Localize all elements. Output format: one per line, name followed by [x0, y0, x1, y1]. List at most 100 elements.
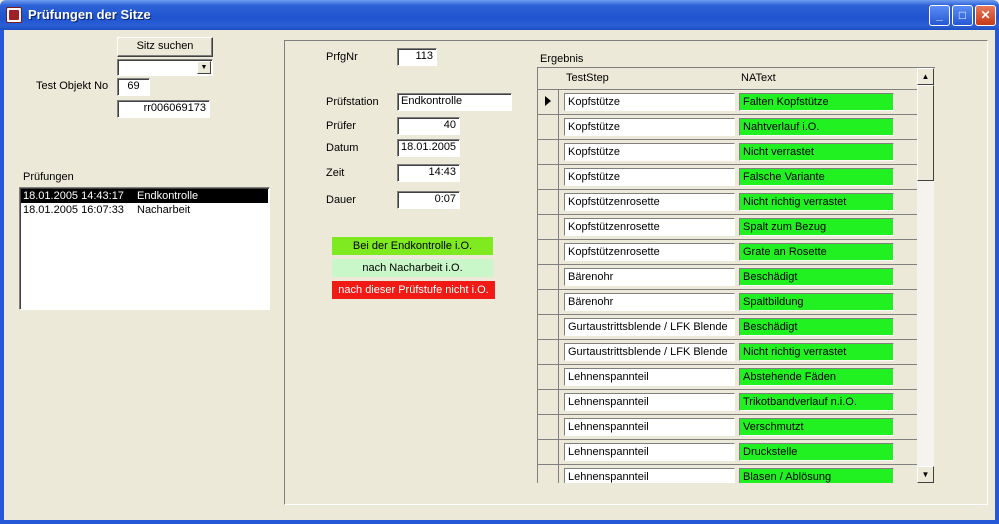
minimize-button[interactable]: _: [929, 5, 950, 26]
row-selector[interactable]: [538, 290, 559, 314]
teststep-cell[interactable]: Kopfstütze: [564, 118, 735, 136]
pruefungen-list[interactable]: 18.01.2005 14:43:17 Endkontrolle 18.01.2…: [19, 187, 270, 310]
title-bar[interactable]: Prüfungen der Sitze _ □ ✕: [0, 0, 999, 30]
natext-cell[interactable]: Falsche Variante: [739, 168, 894, 186]
table-row[interactable]: Lehnenspannteil Blasen / Ablösung: [538, 464, 918, 483]
natext-cell[interactable]: Nicht richtig verrastet: [739, 193, 894, 211]
row-selector[interactable]: [538, 240, 559, 264]
teststep-cell[interactable]: Lehnenspannteil: [564, 443, 735, 461]
row-selector[interactable]: [538, 90, 559, 114]
pruefungen-label: Prüfungen: [23, 171, 74, 183]
table-row[interactable]: Lehnenspannteil Trikotbandverlauf n.i.O.: [538, 389, 918, 414]
natext-cell[interactable]: Spalt zum Bezug: [739, 218, 894, 236]
datum-label: Datum: [326, 142, 359, 154]
teststep-cell[interactable]: Kopfstützenrosette: [564, 193, 735, 211]
window-frame-left: [0, 30, 4, 524]
chevron-down-icon[interactable]: ▼: [197, 61, 211, 74]
table-row[interactable]: Kopfstütze Falsche Variante: [538, 164, 918, 189]
teststep-cell[interactable]: Kopfstützenrosette: [564, 243, 735, 261]
zeit-label: Zeit: [326, 167, 345, 179]
table-row[interactable]: Lehnenspannteil Druckstelle: [538, 439, 918, 464]
pruefung-datetime: 18.01.2005 16:07:33: [23, 204, 124, 216]
prfgnr-label: PrfgNr: [326, 51, 358, 63]
app-icon: [6, 7, 22, 23]
table-row[interactable]: Lehnenspannteil Abstehende Fäden: [538, 364, 918, 389]
natext-cell[interactable]: Nicht richtig verrastet: [739, 343, 894, 361]
dauer-label: Dauer: [326, 194, 356, 206]
natext-cell[interactable]: Falten Kopfstütze: [739, 93, 894, 111]
dauer-field[interactable]: 0:07: [397, 191, 460, 209]
row-selector[interactable]: [538, 215, 559, 239]
table-row[interactable]: Kopfstütze Nahtverlauf i.O.: [538, 114, 918, 139]
maximize-button[interactable]: □: [952, 5, 973, 26]
pruefer-field[interactable]: 40: [397, 117, 460, 135]
natext-cell[interactable]: Beschädigt: [739, 318, 894, 336]
teststep-cell[interactable]: Lehnenspannteil: [564, 468, 735, 483]
object-id-field[interactable]: rr006069173: [117, 100, 210, 118]
legend-nicht-ok: nach dieser Prüfstufe nicht i.O.: [332, 281, 495, 299]
natext-cell[interactable]: Spaltbildung: [739, 293, 894, 311]
sitz-suchen-button[interactable]: Sitz suchen: [117, 37, 213, 57]
row-selector[interactable]: [538, 390, 559, 414]
table-row[interactable]: Kopfstützenrosette Spalt zum Bezug: [538, 214, 918, 239]
natext-cell[interactable]: Abstehende Fäden: [739, 368, 894, 386]
natext-cell[interactable]: Trikotbandverlauf n.i.O.: [739, 393, 894, 411]
row-selector[interactable]: [538, 315, 559, 339]
window-frame-bottom: [0, 520, 999, 524]
list-item[interactable]: 18.01.2005 14:43:17 Endkontrolle: [21, 189, 268, 203]
teststep-cell[interactable]: Bärenohr: [564, 268, 735, 286]
test-objekt-no-field[interactable]: 69: [117, 78, 150, 96]
row-selector[interactable]: [538, 365, 559, 389]
row-selector[interactable]: [538, 265, 559, 289]
table-row[interactable]: Kopfstützenrosette Grate an Rosette: [538, 239, 918, 264]
prfgnr-field[interactable]: 113: [397, 48, 437, 66]
teststep-cell[interactable]: Lehnenspannteil: [564, 418, 735, 436]
ergebnis-label: Ergebnis: [540, 53, 584, 65]
scroll-thumb[interactable]: [917, 85, 934, 181]
ergebnis-grid[interactable]: TestStep NAText Kopfstütze Falten Kopfstü…: [537, 67, 935, 483]
teststep-cell[interactable]: Gurtaustrittsblende / LFK Blende: [564, 318, 735, 336]
natext-cell[interactable]: Blasen / Ablösung: [739, 468, 894, 483]
table-row[interactable]: Bärenohr Spaltbildung: [538, 289, 918, 314]
teststep-cell[interactable]: Lehnenspannteil: [564, 368, 735, 386]
table-row[interactable]: Gurtaustrittsblende / LFK Blende Beschädi…: [538, 314, 918, 339]
table-row[interactable]: Gurtaustrittsblende / LFK Blende Nicht ri…: [538, 339, 918, 364]
teststep-cell[interactable]: Lehnenspannteil: [564, 393, 735, 411]
natext-cell[interactable]: Beschädigt: [739, 268, 894, 286]
natext-cell[interactable]: Verschmutzt: [739, 418, 894, 436]
list-item[interactable]: 18.01.2005 16:07:33 Nacharbeit: [21, 203, 268, 217]
legend-nacharbeit-ok: nach Nacharbeit i.O.: [332, 259, 493, 277]
natext-cell[interactable]: Druckstelle: [739, 443, 894, 461]
row-selector[interactable]: [538, 165, 559, 189]
zeit-field[interactable]: 14:43: [397, 164, 460, 182]
vertical-scrollbar[interactable]: ▲ ▼: [917, 68, 934, 483]
sitz-dropdown[interactable]: ▼: [117, 59, 213, 76]
row-selector[interactable]: [538, 440, 559, 464]
row-selector[interactable]: [538, 140, 559, 164]
table-row[interactable]: Bärenohr Beschädigt: [538, 264, 918, 289]
scroll-down-icon[interactable]: ▼: [917, 466, 934, 483]
teststep-cell[interactable]: Kopfstütze: [564, 93, 735, 111]
row-selector[interactable]: [538, 115, 559, 139]
row-selector[interactable]: [538, 415, 559, 439]
pruefstation-field[interactable]: Endkontrolle: [397, 93, 512, 111]
datum-field[interactable]: 18.01.2005: [397, 139, 460, 157]
scroll-up-icon[interactable]: ▲: [917, 68, 934, 85]
teststep-cell[interactable]: Bärenohr: [564, 293, 735, 311]
natext-cell[interactable]: Grate an Rosette: [739, 243, 894, 261]
close-button[interactable]: ✕: [975, 5, 996, 26]
table-row[interactable]: Lehnenspannteil Verschmutzt: [538, 414, 918, 439]
teststep-cell[interactable]: Kopfstützenrosette: [564, 218, 735, 236]
table-row[interactable]: Kopfstütze Falten Kopfstütze: [538, 89, 918, 114]
pruefung-station: Nacharbeit: [137, 204, 191, 216]
row-selector[interactable]: [538, 340, 559, 364]
teststep-cell[interactable]: Kopfstütze: [564, 143, 735, 161]
row-selector[interactable]: [538, 190, 559, 214]
natext-cell[interactable]: Nahtverlauf i.O.: [739, 118, 894, 136]
teststep-cell[interactable]: Kopfstütze: [564, 168, 735, 186]
row-selector[interactable]: [538, 465, 559, 483]
natext-cell[interactable]: Nicht verrastet: [739, 143, 894, 161]
teststep-cell[interactable]: Gurtaustrittsblende / LFK Blende: [564, 343, 735, 361]
table-row[interactable]: Kopfstützenrosette Nicht richtig verraste…: [538, 189, 918, 214]
table-row[interactable]: Kopfstütze Nicht verrastet: [538, 139, 918, 164]
